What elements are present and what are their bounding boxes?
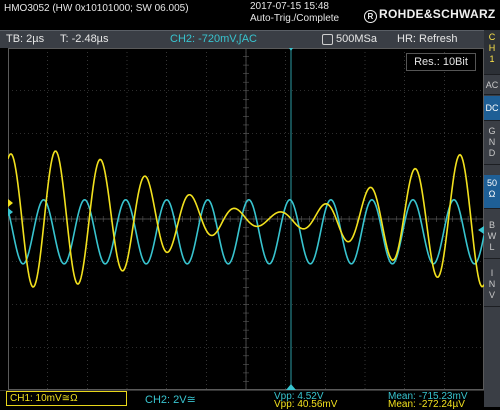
date-time: 2017-07-15 15:48 Auto-Trig./Complete: [250, 1, 339, 25]
trigger-time-readout[interactable]: T: -2.48µs: [60, 33, 109, 45]
ch2-scale-label[interactable]: CH2: 2V≅: [145, 393, 196, 406]
impedance-50-button[interactable]: 50 Ω: [484, 175, 500, 209]
button-letter: Ω: [488, 189, 496, 199]
button-letter: 50: [486, 178, 497, 188]
resolution-badge: Res.: 10Bit: [406, 53, 476, 71]
button-letter: B: [488, 220, 495, 230]
channel-letter: H: [488, 43, 496, 53]
inv-button[interactable]: I N V: [484, 266, 500, 307]
brand-logo: R ROHDE&SCHWARZ: [364, 7, 496, 23]
button-letter: N: [488, 279, 496, 289]
button-letter: G: [488, 126, 496, 136]
bwl-button[interactable]: B W L: [484, 218, 500, 259]
status-bar: TB: 2µs T: -2.48µs CH2: -720mV,∫AC 500MS…: [0, 30, 484, 48]
button-letter: I: [490, 268, 494, 278]
channel-side-panel: C H 1 AC DC G N D 50 Ω B W L I N V: [484, 30, 500, 407]
channel-letter: C: [488, 32, 496, 42]
coupling-ac-button[interactable]: AC: [484, 76, 500, 95]
ch1-vpp-measurement: Vpp: 40.56mV: [274, 399, 338, 410]
trigger-state: Auto-Trig./Complete: [250, 13, 340, 24]
button-letter: D: [488, 148, 496, 158]
coupling-dc-button[interactable]: DC: [484, 96, 500, 121]
channel-indicator[interactable]: C H 1: [484, 30, 500, 75]
ch2-trigger-level-icon[interactable]: [478, 226, 484, 234]
waveform-display[interactable]: [8, 48, 484, 390]
timebase-readout[interactable]: TB: 2µs: [6, 33, 44, 45]
date-time-value: 2017-07-15 15:48: [250, 1, 329, 12]
hr-mode-readout[interactable]: HR: Refresh: [397, 33, 458, 45]
brand-name: ROHDE&SCHWARZ: [379, 7, 496, 21]
button-letter: W: [487, 231, 497, 241]
ch1-mean-measurement: Mean: -272.24µV: [388, 399, 465, 410]
memory-icon: [322, 34, 333, 45]
button-letter: L: [489, 242, 495, 252]
sample-rate-readout[interactable]: 500MSa: [336, 33, 377, 45]
instrument-model: HMO3052 (HW 0x10101000; SW 06.005): [4, 3, 189, 14]
channel-letter: 1: [489, 54, 495, 64]
brand-mark-icon: R: [364, 10, 377, 23]
ch2-setting-readout[interactable]: CH2: -720mV,∫AC: [170, 33, 257, 45]
ch1-scale-label[interactable]: CH1: 10mV≅Ω: [6, 391, 127, 406]
gnd-button[interactable]: G N D: [484, 124, 500, 165]
button-letter: V: [488, 290, 495, 300]
ch1-ground-marker-icon[interactable]: [8, 199, 13, 207]
ch2-ground-marker-icon[interactable]: [8, 208, 13, 216]
button-letter: N: [488, 137, 496, 147]
